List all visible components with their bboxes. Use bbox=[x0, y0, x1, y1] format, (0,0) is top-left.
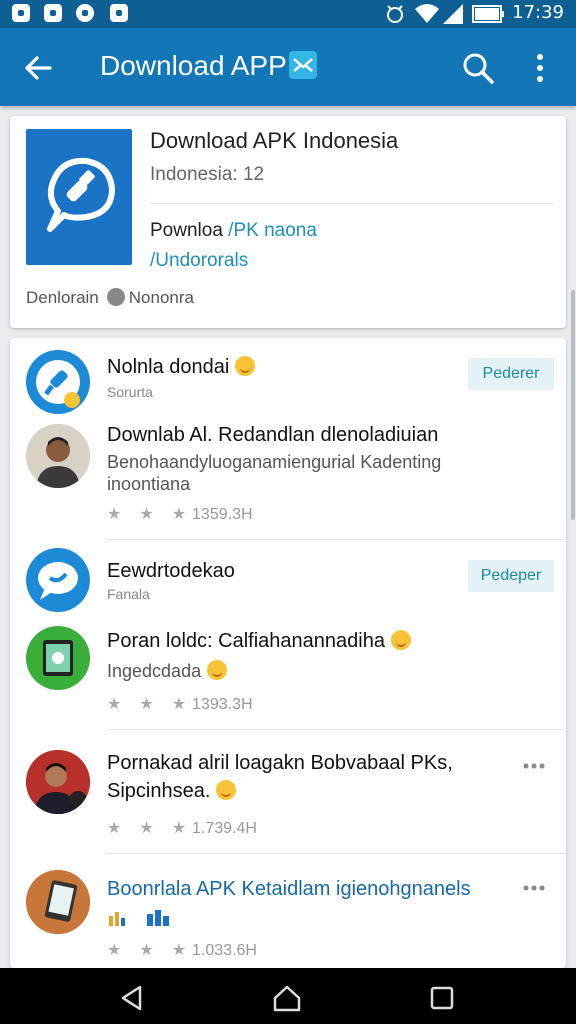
star-icon: ★ bbox=[107, 942, 122, 959]
item-description: Ingedcdada bbox=[107, 660, 228, 682]
settings-icon bbox=[106, 288, 125, 306]
app-list: Nolnla dondai Sorurta Pederer Downlab Al… bbox=[10, 338, 566, 968]
item-description: Benohaandyluoganamiengurial Kadenting bbox=[107, 452, 442, 472]
notification-icon bbox=[76, 4, 94, 22]
item-description: inoontiana bbox=[107, 474, 191, 494]
star-icon: ★ bbox=[171, 696, 187, 713]
install-button[interactable]: Pedeper bbox=[468, 560, 554, 592]
smiley-icon bbox=[216, 780, 237, 800]
chat-bubble-icon bbox=[26, 350, 90, 414]
item-rating: ★ ★ ★ 1.033.6H bbox=[107, 940, 257, 960]
item-name: Poran loldc: Calfiahanannadiha bbox=[107, 630, 411, 653]
wifi-icon bbox=[415, 4, 439, 23]
item-subtitle: Sorurta bbox=[107, 384, 153, 400]
item-rating: ★ ★ ★ 1.739.4H bbox=[107, 818, 257, 838]
app-logo bbox=[26, 129, 132, 265]
list-item[interactable]: Poran loldc: Calfiahanannadiha Ingedcdad… bbox=[10, 614, 566, 730]
divider bbox=[150, 203, 554, 204]
item-name: Nolnla dondai bbox=[107, 356, 256, 379]
star-icon: ★ bbox=[139, 942, 154, 959]
person-avatar bbox=[26, 750, 90, 814]
back-triangle-icon[interactable] bbox=[118, 984, 146, 1012]
rating-count: 1.739.4H bbox=[192, 820, 257, 837]
more-horiz-icon[interactable] bbox=[522, 762, 546, 770]
smiley-icon bbox=[235, 356, 256, 376]
signal-icon bbox=[443, 4, 463, 24]
footer-developer: Denlorain bbox=[26, 288, 99, 307]
star-icon: ★ bbox=[107, 696, 122, 713]
smiley-icon bbox=[207, 660, 228, 680]
home-icon[interactable] bbox=[272, 984, 302, 1012]
app-badge-icon bbox=[288, 51, 317, 79]
list-item[interactable]: Eewdrtodekao Fanala Pedeper bbox=[10, 540, 566, 612]
featured-app-card[interactable]: Download APK Indonesia Indonesia: 12 Pow… bbox=[10, 116, 566, 328]
notification-icon bbox=[12, 4, 30, 22]
alarm-icon bbox=[387, 5, 403, 23]
notification-icon bbox=[110, 4, 128, 22]
item-name: Pornakad alril loagakn Bobvabaal PKs, bbox=[107, 752, 453, 774]
app-title-text: Download APP bbox=[100, 50, 287, 81]
list-item[interactable]: Boonrlala APK Ketaidlam igienohgnanels ★… bbox=[10, 854, 566, 968]
app-bar: Download APP bbox=[0, 28, 576, 106]
featured-app-subtitle: Indonesia: 12 bbox=[150, 164, 265, 185]
star-icon: ★ bbox=[171, 942, 187, 959]
item-name: Eewdrtodekao bbox=[107, 560, 235, 582]
item-description-text: Sipcinhsea. bbox=[107, 780, 211, 802]
search-icon[interactable] bbox=[460, 50, 496, 86]
list-item[interactable]: Pornakad alril loagakn Bobvabaal PKs, Si… bbox=[10, 730, 566, 854]
featured-app-line: Pownloa /PK naona bbox=[150, 220, 317, 242]
item-rating: ★ ★ ★ 1359.3H bbox=[107, 504, 253, 524]
status-time: 17:39 bbox=[512, 2, 564, 23]
notification-icon bbox=[44, 4, 62, 22]
install-button[interactable]: Pederer bbox=[468, 358, 554, 390]
item-description: Sipcinhsea. bbox=[107, 780, 237, 803]
status-bar: 17:39 bbox=[0, 0, 576, 28]
featured-app-category[interactable]: /Undororals bbox=[150, 250, 248, 272]
person-avatar bbox=[26, 424, 90, 488]
item-name-text: Poran loldc: Calfiahanannadiha bbox=[107, 630, 385, 652]
star-icon: ★ bbox=[107, 820, 122, 837]
item-name: Boonrlala APK Ketaidlam igienohgnanels bbox=[107, 878, 471, 901]
more-horiz-icon[interactable] bbox=[522, 884, 546, 892]
featured-app-line-accent: /PK naona bbox=[228, 220, 317, 241]
chat-bubble-icon bbox=[26, 548, 90, 612]
star-icon: ★ bbox=[139, 506, 154, 523]
app-title: Download APP bbox=[100, 50, 317, 82]
chart-icon bbox=[109, 910, 169, 926]
star-icon: ★ bbox=[139, 696, 154, 713]
item-description-text: Ingedcdada bbox=[107, 661, 202, 681]
back-arrow-icon[interactable] bbox=[20, 50, 56, 86]
footer-label: Nononra bbox=[128, 288, 194, 307]
featured-app-footer: Denlorain Nononra bbox=[26, 288, 194, 308]
chat-download-icon bbox=[47, 157, 115, 232]
more-vert-icon[interactable] bbox=[530, 52, 550, 84]
system-nav-bar bbox=[0, 968, 576, 1024]
list-item[interactable]: Downlab Al. Redandlan dlenoladiuian Beno… bbox=[10, 410, 566, 540]
featured-app-line-text: Pownloa bbox=[150, 220, 229, 241]
battery-icon bbox=[472, 5, 504, 23]
phone-icon bbox=[26, 626, 90, 690]
item-name: Downlab Al. Redandlan dlenoladiuian bbox=[107, 424, 439, 446]
item-name-text: Boonrlala APK Ketaidlam igienohgnanels bbox=[107, 878, 471, 900]
rating-count: 1393.3H bbox=[192, 696, 253, 713]
item-name-text: Nolnla dondai bbox=[107, 356, 230, 378]
star-icon: ★ bbox=[171, 820, 187, 837]
scrollbar[interactable] bbox=[571, 290, 575, 520]
rating-count: 1.033.6H bbox=[192, 942, 257, 959]
rating-count: 1359.3H bbox=[192, 506, 253, 523]
star-icon: ★ bbox=[107, 506, 122, 523]
list-item[interactable]: Nolnla dondai Sorurta Pederer bbox=[10, 338, 566, 414]
item-rating: ★ ★ ★ 1393.3H bbox=[107, 694, 253, 714]
item-subtitle: Fanala bbox=[107, 586, 150, 602]
smiley-icon bbox=[390, 630, 411, 650]
recents-icon[interactable] bbox=[430, 986, 454, 1010]
star-icon: ★ bbox=[171, 506, 187, 523]
tablet-icon bbox=[26, 870, 90, 934]
star-icon: ★ bbox=[139, 820, 154, 837]
featured-app-title: Download APK Indonesia bbox=[150, 128, 399, 153]
